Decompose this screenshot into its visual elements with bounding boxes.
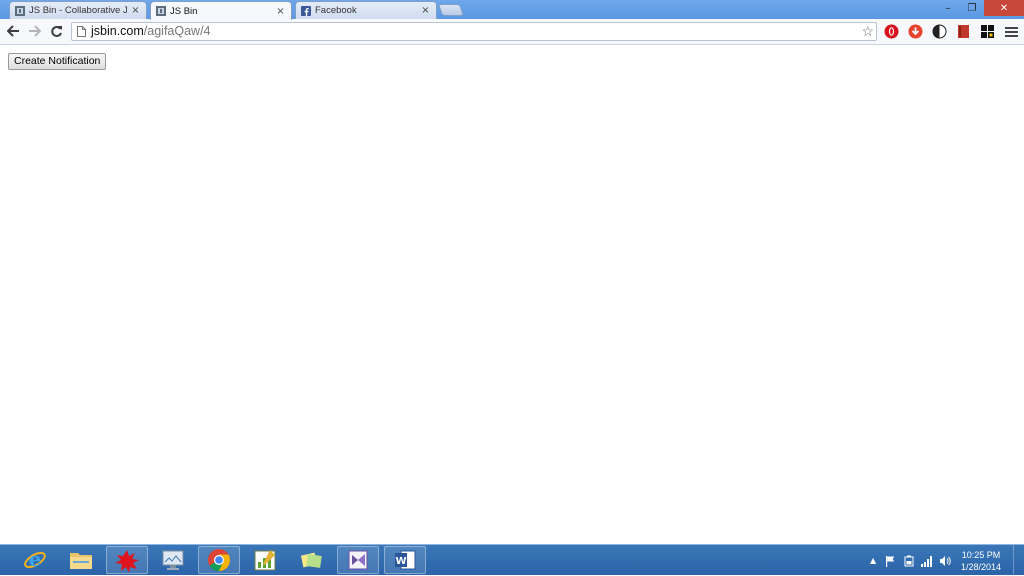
clock-date: 1/28/2014: [960, 562, 1002, 572]
tab-title: JS Bin - Collaborative Java: [29, 5, 127, 16]
forward-arrow-icon: [28, 25, 41, 37]
title-bar: JS Bin - Collaborative Java × JS Bin × F…: [0, 0, 1024, 20]
tab-jsbin-collaborative[interactable]: JS Bin - Collaborative Java ×: [9, 1, 147, 19]
url-host: jsbin.com: [91, 24, 144, 38]
reload-button[interactable]: [48, 23, 64, 39]
forward-button[interactable]: [26, 23, 42, 39]
jsbin-icon: [156, 6, 166, 16]
monitor-icon[interactable]: [152, 546, 194, 574]
create-notification-button[interactable]: Create Notification: [8, 53, 107, 70]
show-hidden-icons-icon[interactable]: ▲: [870, 556, 876, 565]
jsbin-icon: [15, 5, 25, 16]
address-bar[interactable]: jsbin.com/agifaQaw/4 ☆: [71, 22, 877, 41]
url-path: /agifaQaw/4: [143, 24, 211, 38]
close-tab-icon[interactable]: ×: [276, 6, 285, 17]
restore-button[interactable]: ❐: [960, 0, 984, 16]
svg-text:W: W: [395, 556, 406, 567]
show-desktop-button[interactable]: [1013, 545, 1024, 576]
tab-title: JS Bin: [170, 5, 198, 17]
flag-icon[interactable]: [885, 555, 897, 567]
facebook-icon: [301, 5, 311, 16]
close-window-button[interactable]: ✕: [984, 0, 1024, 16]
windows-taskbar: e W ▲ 10:25 PM 1/28/2014: [0, 544, 1024, 576]
volume-icon[interactable]: [939, 555, 951, 567]
page-content: Create Notification: [0, 45, 1024, 544]
tab-title: Facebook: [315, 5, 357, 16]
paint-splat-icon[interactable]: [106, 546, 148, 574]
sticky-notes-icon[interactable]: [290, 546, 332, 574]
download-icon[interactable]: [908, 24, 923, 39]
clock-time: 10:25 PM: [961, 550, 1001, 560]
contrast-icon[interactable]: [932, 24, 947, 39]
close-tab-icon[interactable]: ×: [131, 5, 140, 16]
grid-icon[interactable]: [980, 24, 995, 39]
browser-toolbar: jsbin.com/agifaQaw/4 ☆: [0, 19, 1024, 45]
chart-app-icon[interactable]: [244, 546, 286, 574]
reload-icon: [50, 25, 62, 37]
close-tab-icon[interactable]: ×: [421, 5, 430, 16]
new-tab-button[interactable]: [437, 4, 465, 16]
file-explorer-icon[interactable]: [60, 546, 102, 574]
signal-icon[interactable]: [921, 555, 933, 567]
tab-facebook[interactable]: Facebook ×: [295, 1, 437, 19]
page-icon: [77, 26, 86, 37]
back-button[interactable]: [5, 23, 21, 39]
visual-studio-icon[interactable]: [337, 546, 379, 574]
minimize-button[interactable]: –: [936, 0, 960, 16]
tab-jsbin[interactable]: JS Bin ×: [150, 1, 292, 20]
taskbar-clock[interactable]: 10:25 PM 1/28/2014: [956, 549, 1006, 573]
book-icon[interactable]: [956, 24, 971, 39]
bookmark-star-icon[interactable]: ☆: [861, 23, 874, 40]
opera-icon[interactable]: [884, 24, 899, 39]
word-icon[interactable]: W: [384, 546, 426, 574]
system-tray: ▲: [870, 545, 951, 576]
back-arrow-icon: [6, 25, 19, 37]
window-controls: – ❐ ✕: [936, 0, 1024, 16]
menu-icon[interactable]: [1004, 24, 1019, 39]
internet-explorer-icon[interactable]: e: [14, 546, 56, 574]
url-text: jsbin.com/agifaQaw/4: [91, 23, 211, 40]
chrome-icon[interactable]: [198, 546, 240, 574]
svg-text:e: e: [29, 548, 42, 571]
battery-icon[interactable]: [903, 555, 915, 567]
